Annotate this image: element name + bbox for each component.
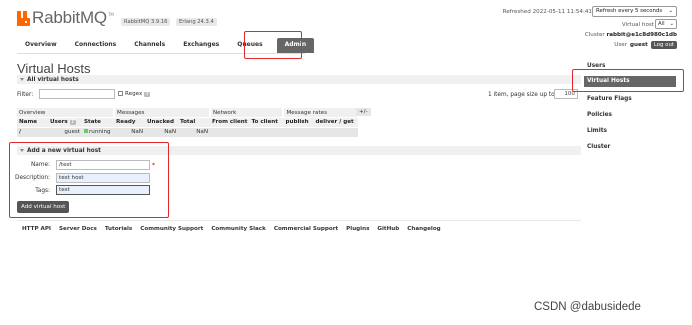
- col-state[interactable]: State: [82, 117, 114, 127]
- filter-input[interactable]: [39, 89, 115, 99]
- cell-to-client: [249, 126, 284, 137]
- footer-links: HTTP API Server Docs Tutorials Community…: [22, 226, 441, 232]
- logout-button[interactable]: Log out: [650, 41, 677, 49]
- col-ready[interactable]: Ready: [114, 117, 145, 127]
- cell-publish: [283, 126, 314, 137]
- group-message-rates: Message rates: [283, 108, 360, 118]
- cell-from-client: [210, 126, 250, 137]
- tab-connections[interactable]: Connections: [67, 38, 125, 53]
- col-users-label: Users: [50, 119, 68, 126]
- col-to-client[interactable]: To client: [249, 117, 284, 127]
- group-overview: Overview: [17, 108, 115, 118]
- col-publish[interactable]: publish: [283, 117, 314, 127]
- logo-text: RabbitMQ: [32, 8, 107, 27]
- footer-community-support[interactable]: Community Support: [140, 226, 203, 232]
- footer-server-docs[interactable]: Server Docs: [59, 226, 97, 232]
- footer-github[interactable]: GitHub: [377, 226, 399, 232]
- tab-channels[interactable]: Channels: [126, 38, 173, 53]
- cell-deliver-get: [313, 126, 359, 137]
- virtual-host-label: Virtual host: [621, 22, 654, 28]
- columns-toggle-button[interactable]: +/-: [356, 108, 371, 116]
- group-network: Network: [210, 108, 285, 118]
- virtual-host-select[interactable]: All ⌄: [655, 19, 677, 29]
- all-vhosts-section-header[interactable]: All virtual hosts: [17, 75, 581, 84]
- col-total[interactable]: Total: [178, 117, 210, 127]
- chevron-down-icon: ⌄: [668, 8, 673, 14]
- user-info: User guest Log out: [614, 41, 677, 49]
- footer-tutorials[interactable]: Tutorials: [105, 226, 132, 232]
- cell-ready: NaN: [114, 126, 145, 137]
- rabbit-logo-icon: [17, 11, 31, 26]
- running-status-icon: [84, 129, 88, 133]
- regex-text: Regex: [125, 91, 143, 97]
- admin-tab-highlight: [244, 31, 302, 59]
- footer-divider: [17, 220, 581, 221]
- logo-trademark: TM: [107, 12, 114, 17]
- refreshed-timestamp: Refreshed 2022-05-11 11:54:41: [502, 9, 592, 15]
- footer-plugins[interactable]: Plugins: [346, 226, 369, 232]
- nav-policies[interactable]: Policies: [587, 112, 612, 118]
- footer-changelog[interactable]: Changelog: [407, 226, 440, 232]
- col-from-client[interactable]: From client: [210, 117, 250, 127]
- tab-overview[interactable]: Overview: [17, 38, 65, 53]
- chevron-down-icon: ⌄: [669, 21, 674, 27]
- col-users[interactable]: Users?: [48, 117, 82, 127]
- table-row: / guest running NaN NaN NaN: [17, 126, 359, 137]
- cell-total: NaN: [178, 126, 210, 137]
- vhost-name-link[interactable]: /: [17, 126, 48, 137]
- footer-commercial-support[interactable]: Commercial Support: [274, 226, 338, 232]
- nav-feature-flags[interactable]: Feature Flags: [587, 96, 632, 102]
- cluster-label: Cluster: [584, 32, 605, 38]
- add-form-highlight: [9, 142, 169, 218]
- footer-http-api[interactable]: HTTP API: [22, 226, 51, 232]
- nav-cluster[interactable]: Cluster: [587, 144, 610, 150]
- version-badge: RabbitMQ 3.9.16: [121, 18, 171, 26]
- vhosts-table: Overview Messages Network Message rates …: [17, 108, 360, 137]
- col-unacked[interactable]: Unacked: [145, 117, 178, 127]
- help-icon[interactable]: ?: [144, 92, 151, 97]
- vhosts-nav-highlight: [572, 69, 684, 92]
- virtual-host-value: All: [658, 21, 665, 27]
- page-size-label: 1 item, page size up to: [488, 92, 555, 98]
- refresh-interval-select[interactable]: Refresh every 5 seconds ⌄: [592, 6, 677, 17]
- help-icon[interactable]: ?: [69, 120, 76, 126]
- user-label: User: [614, 42, 628, 48]
- col-deliver-get[interactable]: deliver / get: [313, 117, 359, 127]
- group-messages: Messages: [114, 108, 211, 118]
- nav-limits[interactable]: Limits: [587, 128, 607, 134]
- cell-unacked: NaN: [145, 126, 178, 137]
- regex-checkbox[interactable]: [118, 91, 123, 96]
- user-value: guest: [630, 42, 648, 48]
- cluster-info: Cluster rabbit@e1c8d980c1db: [585, 32, 677, 38]
- footer-community-slack[interactable]: Community Slack: [211, 226, 266, 232]
- erlang-badge: Erlang 24.3.4: [176, 18, 217, 26]
- regex-label: Regex?: [125, 91, 151, 97]
- tab-exchanges[interactable]: Exchanges: [175, 38, 227, 53]
- all-vhosts-heading: All virtual hosts: [27, 76, 79, 83]
- state-text: running: [89, 129, 111, 135]
- rabbitmq-logo: RabbitMQ TM: [17, 9, 114, 26]
- refresh-interval-value: Refresh every 5 seconds: [596, 8, 663, 14]
- cluster-value: rabbit@e1c8d980c1db: [606, 32, 677, 38]
- col-name[interactable]: Name: [17, 117, 48, 127]
- cell-users: guest: [48, 126, 82, 137]
- cell-state: running: [82, 126, 114, 137]
- page-title: Virtual Hosts: [17, 61, 91, 76]
- filter-label: Filter:: [17, 92, 34, 98]
- collapse-triangle-icon: [20, 78, 24, 81]
- csdn-watermark: CSDN @dabusidede: [534, 301, 641, 313]
